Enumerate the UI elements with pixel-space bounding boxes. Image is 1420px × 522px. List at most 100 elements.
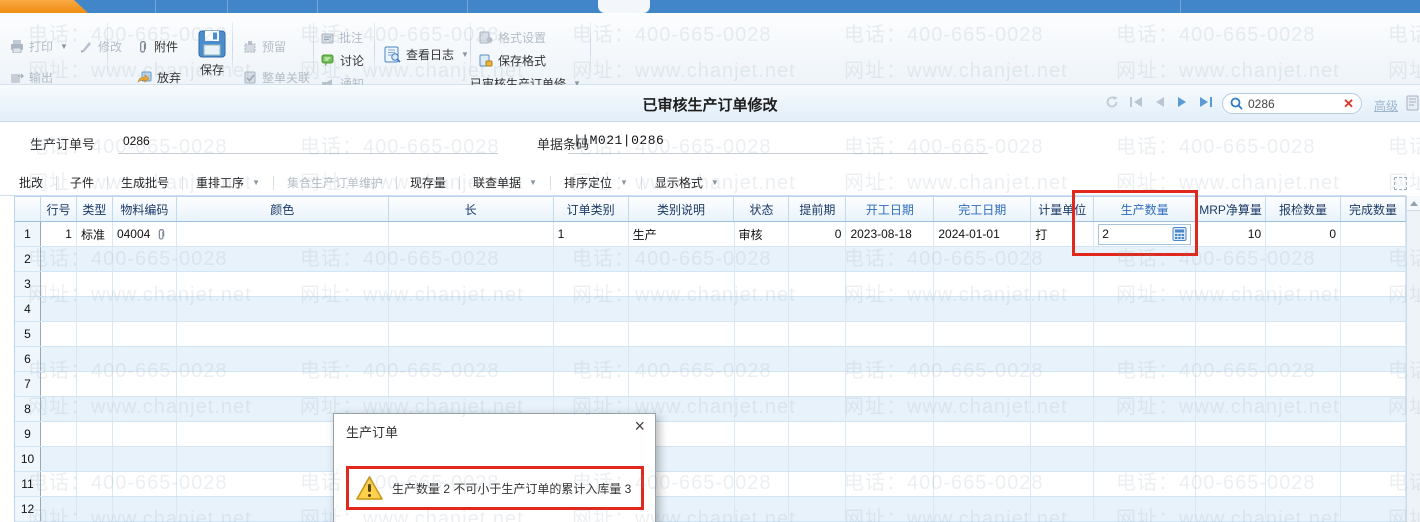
table-cell[interactable] bbox=[77, 297, 113, 321]
table-cell[interactable] bbox=[1031, 472, 1095, 496]
expand-grid-icon[interactable] bbox=[1394, 177, 1407, 190]
table-cell[interactable] bbox=[846, 347, 935, 371]
table-cell[interactable] bbox=[629, 322, 735, 346]
table-cell[interactable] bbox=[77, 497, 113, 521]
clear-search-icon[interactable]: ✕ bbox=[1343, 97, 1354, 110]
table-cell[interactable] bbox=[389, 372, 554, 396]
table-cell[interactable] bbox=[41, 397, 77, 421]
table-cell[interactable] bbox=[789, 347, 847, 371]
table-cell[interactable]: 11 bbox=[15, 472, 41, 496]
table-row[interactable]: 11 bbox=[15, 472, 1406, 497]
table-cell[interactable] bbox=[113, 397, 177, 421]
output-button[interactable]: 输出 bbox=[10, 69, 53, 86]
table-cell[interactable] bbox=[1094, 322, 1197, 346]
table-cell[interactable] bbox=[629, 372, 735, 396]
table-cell[interactable] bbox=[1031, 247, 1095, 271]
table-cell[interactable] bbox=[389, 222, 554, 246]
table-cell[interactable] bbox=[629, 297, 735, 321]
column-header[interactable]: 状态 bbox=[734, 197, 790, 221]
order-no-value[interactable]: 0286 bbox=[123, 134, 150, 148]
table-cell[interactable] bbox=[1094, 497, 1197, 521]
table-cell[interactable] bbox=[77, 322, 113, 346]
table-cell[interactable] bbox=[1031, 497, 1095, 521]
table-cell[interactable] bbox=[1196, 472, 1267, 496]
grid-toolbar-item[interactable]: 子件 bbox=[57, 171, 107, 195]
table-cell[interactable] bbox=[113, 472, 177, 496]
refresh-icon[interactable] bbox=[1105, 95, 1119, 109]
table-cell[interactable] bbox=[77, 372, 113, 396]
barcode-value[interactable]: ||M021|0286 bbox=[573, 133, 664, 148]
table-cell[interactable] bbox=[177, 222, 389, 246]
table-cell[interactable]: 1 bbox=[554, 222, 629, 246]
table-cell[interactable] bbox=[934, 472, 1032, 496]
table-cell[interactable] bbox=[113, 322, 177, 346]
previous-record-icon[interactable] bbox=[1154, 96, 1166, 108]
table-cell[interactable] bbox=[1196, 272, 1267, 296]
table-cell[interactable] bbox=[41, 472, 77, 496]
table-cell[interactable] bbox=[389, 272, 554, 296]
table-cell[interactable] bbox=[1341, 347, 1406, 371]
table-cell[interactable] bbox=[1266, 372, 1342, 396]
column-header[interactable] bbox=[15, 197, 41, 221]
table-cell[interactable] bbox=[113, 372, 177, 396]
list-panel-icon[interactable] bbox=[1406, 95, 1419, 111]
table-cell[interactable] bbox=[1341, 222, 1406, 246]
grid-toolbar-item[interactable]: 批改 bbox=[6, 171, 56, 195]
table-cell[interactable] bbox=[1341, 322, 1406, 346]
table-cell[interactable] bbox=[735, 447, 790, 471]
column-header[interactable]: 颜色 bbox=[177, 197, 389, 221]
table-cell[interactable] bbox=[554, 347, 629, 371]
format-setting-button[interactable]: 格式设置 bbox=[479, 29, 546, 46]
production-qty-input[interactable]: 2 bbox=[1098, 223, 1192, 245]
save-format-button[interactable]: 保存格式 bbox=[479, 52, 546, 69]
table-cell[interactable] bbox=[77, 472, 113, 496]
table-cell[interactable]: 审核 bbox=[735, 222, 790, 246]
view-log-button[interactable]: 查看日志 ▼ bbox=[384, 46, 469, 63]
table-cell[interactable]: 0 bbox=[789, 222, 847, 246]
next-record-icon[interactable] bbox=[1176, 96, 1188, 108]
table-cell[interactable] bbox=[113, 347, 177, 371]
scroll-up-arrow[interactable] bbox=[1407, 196, 1420, 211]
table-cell[interactable] bbox=[41, 347, 77, 371]
table-cell[interactable] bbox=[1341, 247, 1406, 271]
table-cell[interactable] bbox=[1266, 497, 1342, 521]
table-cell[interactable] bbox=[1031, 322, 1095, 346]
column-header[interactable]: 类别说明 bbox=[629, 197, 735, 221]
table-cell[interactable] bbox=[846, 272, 935, 296]
table-cell[interactable] bbox=[789, 472, 847, 496]
table-cell[interactable] bbox=[1196, 372, 1267, 396]
table-cell[interactable] bbox=[1031, 347, 1095, 371]
table-cell[interactable] bbox=[1266, 347, 1342, 371]
table-cell[interactable] bbox=[735, 272, 790, 296]
column-header[interactable]: 生产数量 bbox=[1094, 197, 1197, 221]
table-cell[interactable] bbox=[735, 397, 790, 421]
table-cell[interactable] bbox=[177, 272, 389, 296]
grid-toolbar-item[interactable]: 联查单据 ▼ bbox=[460, 171, 550, 195]
calculator-icon[interactable] bbox=[1172, 227, 1187, 241]
table-cell[interactable] bbox=[1266, 272, 1342, 296]
table-cell[interactable]: 12 bbox=[15, 497, 41, 521]
table-cell[interactable] bbox=[177, 247, 389, 271]
table-cell[interactable] bbox=[1341, 297, 1406, 321]
column-header[interactable]: 提前期 bbox=[789, 197, 847, 221]
column-header[interactable]: 订单类别 bbox=[554, 197, 629, 221]
table-cell[interactable]: 04004 bbox=[113, 222, 177, 246]
table-cell[interactable] bbox=[41, 447, 77, 471]
table-cell[interactable] bbox=[1341, 372, 1406, 396]
grid-toolbar-item[interactable]: 现存量 bbox=[397, 171, 459, 195]
table-cell[interactable]: 1 bbox=[15, 222, 41, 246]
table-cell[interactable] bbox=[789, 372, 847, 396]
table-cell[interactable] bbox=[1341, 422, 1406, 446]
table-cell[interactable]: 9 bbox=[15, 422, 41, 446]
table-cell[interactable] bbox=[934, 272, 1032, 296]
search-box[interactable]: ✕ bbox=[1222, 93, 1362, 114]
table-cell[interactable] bbox=[1266, 397, 1342, 421]
table-cell[interactable] bbox=[1094, 447, 1197, 471]
table-cell[interactable] bbox=[1341, 497, 1406, 521]
column-header[interactable]: 类型 bbox=[77, 197, 113, 221]
table-cell[interactable] bbox=[735, 247, 790, 271]
table-cell[interactable] bbox=[789, 247, 847, 271]
table-cell[interactable] bbox=[1031, 447, 1095, 471]
table-cell[interactable] bbox=[1031, 297, 1095, 321]
table-cell[interactable]: 2023-08-18 bbox=[846, 222, 935, 246]
